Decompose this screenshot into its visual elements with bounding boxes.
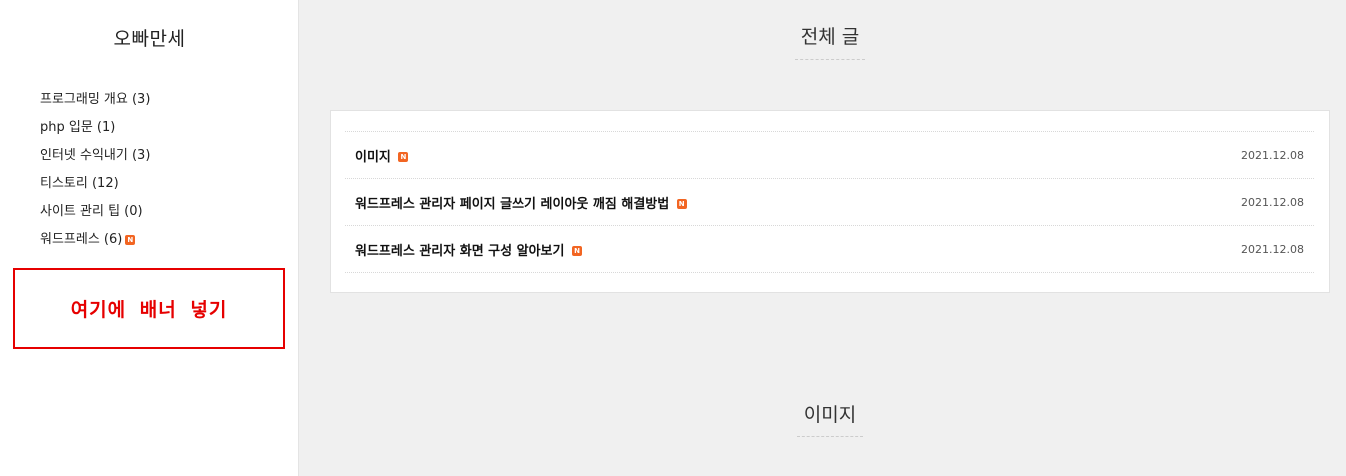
- banner-text: 여기에 배너 넣기: [70, 299, 228, 321]
- post-row[interactable]: 워드프레스 관리자 페이지 글쓰기 레이아웃 깨짐 해결방법 N 2021.12…: [345, 179, 1314, 226]
- category-label: 티스토리 (12): [40, 176, 119, 191]
- section-title: 전체 글: [800, 26, 860, 48]
- post-row[interactable]: 워드프레스 관리자 화면 구성 알아보기 N 2021.12.08: [345, 226, 1314, 273]
- post-date: 2021.12.08: [1241, 242, 1304, 256]
- category-item-tistory[interactable]: 티스토리 (12): [40, 174, 150, 202]
- post-date: 2021.12.08: [1241, 148, 1304, 162]
- new-badge-icon: N: [398, 152, 409, 162]
- blog-title[interactable]: 오빠만세: [0, 24, 299, 51]
- post-title-text: 이미지: [355, 149, 391, 165]
- post-title-text: 워드프레스 관리자 화면 구성 알아보기: [355, 243, 565, 259]
- new-badge-icon: N: [676, 199, 687, 209]
- category-label: 사이트 관리 팁 (0): [40, 204, 143, 219]
- category-item-site-tips[interactable]: 사이트 관리 팁 (0): [40, 202, 150, 230]
- category-list: 프로그래밍 개요 (3) php 입문 (1) 인터넷 수익내기 (3) 티스토…: [40, 90, 150, 258]
- category-item-wordpress[interactable]: 워드프레스 (6) N: [40, 230, 150, 258]
- main-content: 전체 글 이미지 N 2021.12.08 워드프레스 관리자 페이지 글쓰기 …: [300, 0, 1346, 476]
- post-list: 이미지 N 2021.12.08 워드프레스 관리자 페이지 글쓰기 레이아웃 …: [345, 131, 1314, 273]
- post-title[interactable]: 이미지 N: [355, 146, 409, 165]
- post-list-box: 이미지 N 2021.12.08 워드프레스 관리자 페이지 글쓰기 레이아웃 …: [330, 110, 1330, 293]
- category-label: 인터넷 수익내기 (3): [40, 148, 151, 163]
- next-section-title-divider: [797, 436, 863, 437]
- post-title[interactable]: 워드프레스 관리자 페이지 글쓰기 레이아웃 깨짐 해결방법 N: [355, 193, 687, 212]
- post-row[interactable]: 이미지 N 2021.12.08: [345, 132, 1314, 179]
- category-label: 워드프레스 (6): [40, 232, 123, 247]
- post-date: 2021.12.08: [1241, 195, 1304, 209]
- new-badge-icon: N: [125, 234, 136, 245]
- category-label: 프로그래밍 개요 (3): [40, 92, 151, 107]
- category-label: php 입문 (1): [40, 120, 116, 135]
- new-badge-icon: N: [572, 246, 582, 256]
- post-title-text: 워드프레스 관리자 페이지 글쓰기 레이아웃 깨짐 해결방법: [355, 196, 670, 212]
- sidebar: 오빠만세 프로그래밍 개요 (3) php 입문 (1) 인터넷 수익내기 (3…: [0, 0, 299, 476]
- category-item-internet-income[interactable]: 인터넷 수익내기 (3): [40, 146, 150, 174]
- category-item-programming[interactable]: 프로그래밍 개요 (3): [40, 90, 150, 118]
- banner-placeholder[interactable]: 여기에 배너 넣기: [13, 268, 285, 349]
- category-item-php[interactable]: php 입문 (1): [40, 118, 150, 146]
- next-section-title: 이미지: [803, 404, 857, 426]
- post-title[interactable]: 워드프레스 관리자 화면 구성 알아보기 N: [355, 240, 582, 259]
- section-title-divider: [795, 59, 865, 60]
